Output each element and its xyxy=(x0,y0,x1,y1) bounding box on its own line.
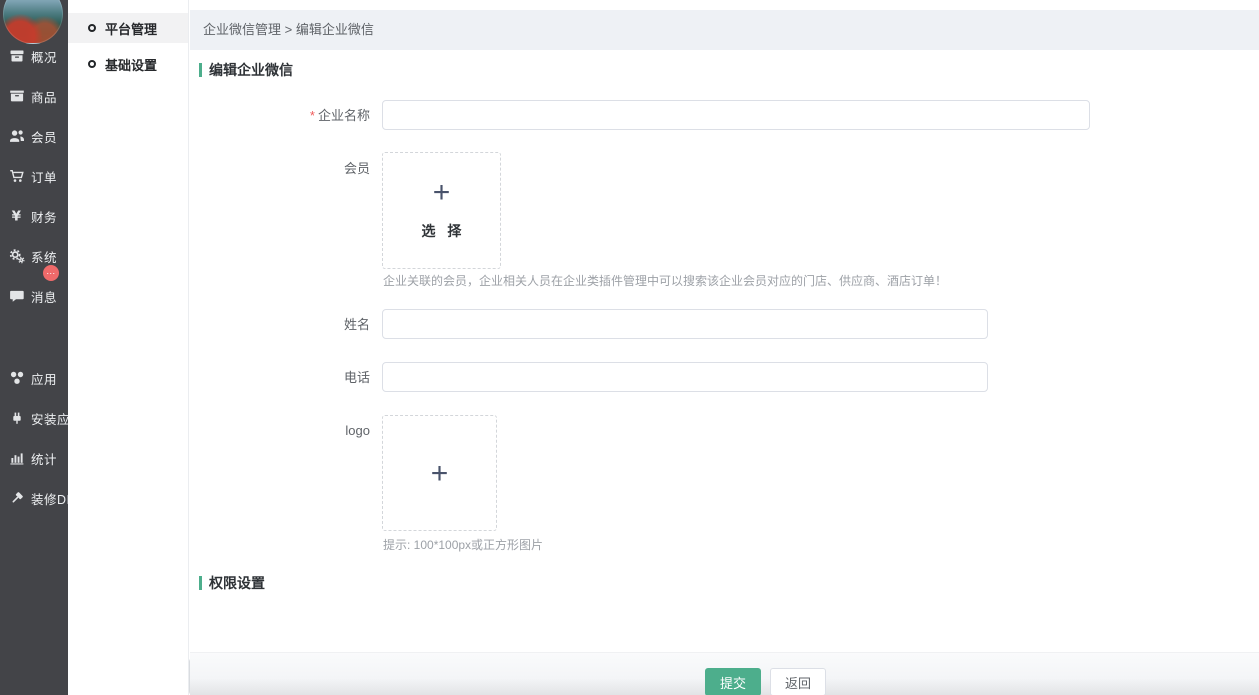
sidebar-item-apps[interactable]: 应用 xyxy=(0,358,68,398)
submenu-item-label: 基础设置 xyxy=(105,55,157,74)
install-icon xyxy=(9,410,25,426)
sidebar-item-finance[interactable]: ¥ 财务 xyxy=(0,196,68,236)
submenu-item-label: 平台管理 xyxy=(105,19,157,38)
green-bar-icon xyxy=(199,63,202,77)
sidebar-item-members[interactable]: 会员 xyxy=(0,116,68,156)
orders-icon xyxy=(9,168,25,184)
sidebar-item-messages[interactable]: 消息 xyxy=(0,276,68,316)
sidebar-item-label: 统计 xyxy=(31,449,57,468)
member-hint: 企业关联的会员，企业相关人员在企业类插件管理中可以搜索该企业会员对应的门店、供应… xyxy=(383,272,947,289)
breadcrumb-bar: 企业微信管理 > 编辑企业微信 xyxy=(190,10,1259,50)
sidebar-group-tools: 应用 安装应用 统计 装修DIY xyxy=(0,358,68,518)
members-icon xyxy=(9,128,25,144)
app-window: 概况 商品 会员 订单 ¥ 财务 系统 xyxy=(0,0,1259,695)
green-bar-icon xyxy=(199,576,202,590)
goods-icon xyxy=(9,88,25,104)
sidebar-item-label: 财务 xyxy=(31,207,57,226)
sidebar-item-label: 应用 xyxy=(31,369,57,388)
svg-text:¥: ¥ xyxy=(12,209,22,224)
company-name-label: *企业名称 xyxy=(250,108,370,123)
sidebar-item-label: 商品 xyxy=(31,87,57,106)
back-button[interactable]: 返回 xyxy=(770,668,826,695)
main-content: 企业微信管理 > 编辑企业微信 编辑企业微信 *企业名称 会员 + 选 择 企业… xyxy=(190,0,1259,695)
company-name-input[interactable] xyxy=(382,100,1090,130)
phone-input[interactable] xyxy=(382,362,988,392)
submenu-item-platform[interactable]: 平台管理 xyxy=(68,13,188,43)
primary-sidebar: 概况 商品 会员 订单 ¥ 财务 系统 xyxy=(0,0,68,695)
system-icon xyxy=(9,248,25,264)
plus-icon: + xyxy=(383,178,500,208)
person-name-input[interactable] xyxy=(382,309,988,339)
sidebar-item-label: 消息 xyxy=(31,287,57,306)
section-title-edit: 编辑企业微信 xyxy=(199,60,293,80)
finance-icon: ¥ xyxy=(9,208,25,224)
message-badge: ... xyxy=(43,265,59,281)
member-select-box[interactable]: + 选 择 xyxy=(382,152,501,269)
stats-icon xyxy=(9,450,25,466)
member-choose-button[interactable]: 选 择 xyxy=(383,221,500,241)
section-title-permissions: 权限设置 xyxy=(199,573,265,593)
form-footer: 提交 返回 xyxy=(190,652,1259,695)
message-icon xyxy=(9,288,25,304)
breadcrumb[interactable]: 企业微信管理 > 编辑企业微信 xyxy=(203,10,374,50)
sidebar-item-install-apps[interactable]: 安装应用 xyxy=(0,398,68,438)
logo-label: logo xyxy=(250,423,370,438)
sidebar-item-label: 订单 xyxy=(31,167,57,186)
phone-label: 电话 xyxy=(250,370,370,385)
submenu-sidebar: 平台管理 基础设置 xyxy=(68,0,189,695)
logo-upload-box[interactable]: + xyxy=(382,415,497,531)
submenu-item-basic-settings[interactable]: 基础设置 xyxy=(68,49,188,79)
sidebar-item-label: 系统 xyxy=(31,247,57,266)
sidebar-item-statistics[interactable]: 统计 xyxy=(0,438,68,478)
radio-circle-icon xyxy=(88,60,96,68)
logo-hint: 提示: 100*100px或正方形图片 xyxy=(383,536,543,553)
member-label: 会员 xyxy=(250,161,370,176)
sidebar-item-decoration-diy[interactable]: 装修DIY xyxy=(0,478,68,518)
diy-icon xyxy=(9,490,25,506)
radio-circle-icon xyxy=(88,24,96,32)
sidebar-item-orders[interactable]: 订单 xyxy=(0,156,68,196)
sidebar-item-goods[interactable]: 商品 xyxy=(0,76,68,116)
submit-button[interactable]: 提交 xyxy=(705,668,761,695)
plus-icon: + xyxy=(383,459,496,489)
sidebar-item-label: 会员 xyxy=(31,127,57,146)
sidebar-item-overview[interactable]: 概况 xyxy=(0,36,68,76)
apps-icon xyxy=(9,370,25,386)
sidebar-item-label: 概况 xyxy=(31,47,57,66)
required-asterisk: * xyxy=(310,108,315,123)
overview-icon xyxy=(9,48,25,64)
person-name-label: 姓名 xyxy=(250,317,370,332)
